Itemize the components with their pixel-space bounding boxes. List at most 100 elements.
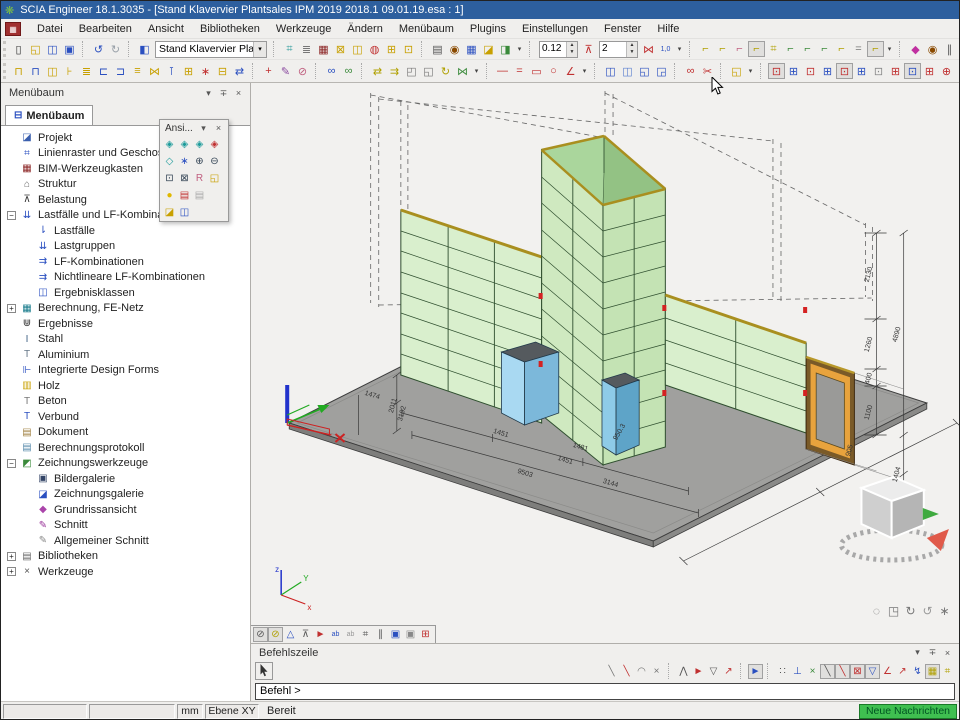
tab-menubaum[interactable]: ⊟ Menübaum xyxy=(5,105,93,125)
sidebar-close-icon[interactable]: × xyxy=(231,88,246,98)
blue-box-small[interactable] xyxy=(602,373,639,455)
menu-bibliotheken[interactable]: Bibliotheken xyxy=(192,21,268,37)
column-icon[interactable]: ⊓ xyxy=(10,63,27,79)
polar-snap-icon[interactable]: ↗ xyxy=(895,664,910,679)
search-icon[interactable]: ◉ xyxy=(446,41,463,57)
menu-hilfe[interactable]: Hilfe xyxy=(649,21,687,37)
selection-icon[interactable]: ⊠ xyxy=(332,41,349,57)
load-label-icon[interactable]: ⊡ xyxy=(836,63,853,79)
menu-menbaum[interactable]: Menübaum xyxy=(391,21,462,37)
measure-icon[interactable]: ∥ xyxy=(941,41,958,57)
model-params-icon[interactable]: ⊞ xyxy=(921,63,938,79)
bim-toolbox-icon[interactable]: ▦ xyxy=(315,41,332,57)
show-params-icon[interactable]: ⊡ xyxy=(904,63,921,79)
view-y-icon[interactable]: ◈ xyxy=(177,137,192,152)
tree-item-lastgruppen[interactable]: ⇊Lastgruppen xyxy=(3,239,250,255)
decimal-places-icon[interactable]: 1,0 xyxy=(657,41,674,57)
sidebar-pin-icon[interactable]: ∓ xyxy=(216,88,231,99)
rotate-front-arrow[interactable] xyxy=(927,529,949,551)
loads-display-icon[interactable]: ⊼ xyxy=(298,627,313,642)
view-z-icon[interactable]: ◈ xyxy=(192,137,207,152)
rotate-right-arrow[interactable] xyxy=(923,508,939,520)
perpendicular-snap-icon[interactable]: ⊠ xyxy=(850,664,865,679)
open-view-icon[interactable]: ◱ xyxy=(728,63,745,79)
move-icon[interactable]: ⇄ xyxy=(369,63,386,79)
sidebar-menu-arrow-icon[interactable]: ▾ xyxy=(201,88,216,99)
project-window-icon[interactable]: ◧ xyxy=(136,41,153,57)
view-panel-arrow-icon[interactable]: ▾ xyxy=(196,123,211,134)
tree-item-nichtlineare-lf-kombinationen[interactable]: ⇉Nichtlineare LF-Kombinationen xyxy=(3,270,250,286)
connect-members-icon[interactable]: ⋈ xyxy=(146,63,163,79)
command-input[interactable] xyxy=(255,683,955,700)
project-combo[interactable]: Stand Klavervier Pla▾ xyxy=(155,41,267,58)
cancel-snap-icon[interactable]: × xyxy=(649,664,664,679)
line-snap-icon[interactable]: ╲ xyxy=(604,664,619,679)
tree-item-bibliotheken[interactable]: +▤Bibliotheken xyxy=(3,549,250,565)
tree-item-stahl[interactable]: IStahl xyxy=(3,332,250,348)
walk-through-icon[interactable]: ∗ xyxy=(177,154,192,169)
haunch-icon[interactable]: ⊐ xyxy=(112,63,129,79)
save-icon[interactable]: ▣ xyxy=(61,41,78,57)
view-settings-icon[interactable]: ◫ xyxy=(177,205,192,220)
tree-item-ergebnisse[interactable]: ⋓Ergebnisse xyxy=(3,316,250,332)
menu-einstellungen[interactable]: Einstellungen xyxy=(514,21,596,37)
command-close-icon[interactable]: × xyxy=(940,648,955,658)
dimension-label-icon[interactable]: ⊡ xyxy=(802,63,819,79)
tree-item-lf-kombinationen[interactable]: ⇉LF-Kombinationen xyxy=(3,254,250,270)
mirror-icon[interactable]: ⋈ xyxy=(640,41,657,57)
spinner-value[interactable]: 2 xyxy=(600,42,626,57)
cursor-tool-icon[interactable] xyxy=(255,662,273,680)
cut-plane-icon[interactable]: ✂ xyxy=(699,63,716,79)
layer-filter-icon-9[interactable]: ⌐ xyxy=(833,41,850,57)
ortho-snap-icon[interactable]: ⊥ xyxy=(790,664,805,679)
combo-arrow-icon[interactable]: ▾ xyxy=(253,42,266,57)
angle-draw-icon[interactable]: ∠ xyxy=(562,63,579,79)
tree-item-grundrissansicht[interactable]: ◆Grundrissansicht xyxy=(3,502,250,518)
renumber-icon[interactable]: ⊞ xyxy=(853,63,870,79)
tree-item-berechnungsprotokoll[interactable]: ▤Berechnungsprotokoll xyxy=(3,440,250,456)
node-label-icon[interactable]: ⊡ xyxy=(768,63,785,79)
layer-filter-icon-4[interactable]: ⌐ xyxy=(748,41,765,57)
zoom-tool-icon[interactable]: ◌ xyxy=(868,603,885,619)
layers-icon[interactable]: ≣ xyxy=(298,41,315,57)
free-point-icon[interactable]: ∗ xyxy=(197,63,214,79)
picture-one-icon[interactable]: ▣ xyxy=(388,627,403,642)
new-messages-badge[interactable]: Neue Nachrichten xyxy=(859,704,957,719)
support-label-icon[interactable]: ⊞ xyxy=(819,63,836,79)
zoom-out-icon[interactable]: ⊖ xyxy=(207,154,222,169)
view-dropdown[interactable]: ▾ xyxy=(745,63,756,79)
visibility-all-icon[interactable]: ∞ xyxy=(340,63,357,79)
beam-icon[interactable]: ⊓ xyxy=(27,63,44,79)
tree-item-zeichnungsgalerie[interactable]: ◪Zeichnungsgalerie xyxy=(3,487,250,503)
axo-tool-icon[interactable]: ◳ xyxy=(885,603,902,619)
grid-snap-icon[interactable]: ∷ xyxy=(775,664,790,679)
raster-icon[interactable]: ⊞ xyxy=(418,627,433,642)
document-new-icon[interactable]: ◪ xyxy=(480,41,497,57)
tree-item-ergebnisklassen[interactable]: ◫Ergebnisklassen xyxy=(3,285,250,301)
intersection-snap-icon[interactable]: ╲ xyxy=(835,664,850,679)
rib-icon[interactable]: ⊏ xyxy=(95,63,112,79)
menu-bearbeiten[interactable]: Bearbeiten xyxy=(71,21,140,37)
zoom-all-icon[interactable]: ⊠ xyxy=(177,171,192,186)
view-x-icon[interactable]: ◈ xyxy=(162,137,177,152)
activity-icon[interactable]: ◍ xyxy=(366,41,383,57)
cursor-mode-icon[interactable]: ► xyxy=(748,664,763,679)
view-panel-close-icon[interactable]: × xyxy=(211,123,226,133)
menu-ansicht[interactable]: Ansicht xyxy=(140,21,192,37)
point-snap-icon[interactable]: ╲ xyxy=(619,664,634,679)
wall-icon[interactable]: ⊦ xyxy=(61,63,78,79)
display-set-icon[interactable]: ⊡ xyxy=(870,63,887,79)
numbering-icon[interactable]: ∥ xyxy=(373,627,388,642)
copy-image-icon[interactable]: ◱ xyxy=(636,63,653,79)
menu-ndern[interactable]: Ändern xyxy=(339,21,390,37)
angle-icon[interactable]: ⊼ xyxy=(580,41,597,57)
view-axo-icon[interactable]: ◈ xyxy=(207,137,222,152)
pan-icon[interactable]: ↺ xyxy=(919,603,936,619)
clipboard-icon[interactable]: ◫ xyxy=(349,41,366,57)
menu-plugins[interactable]: Plugins xyxy=(462,21,514,37)
calculator-icon[interactable]: ▦ xyxy=(463,41,480,57)
menu-fenster[interactable]: Fenster xyxy=(596,21,649,37)
tree-item-allgemeiner-schnitt[interactable]: ✎Allgemeiner Schnitt xyxy=(3,533,250,549)
node-snap-icon[interactable]: ► xyxy=(691,664,706,679)
rotate-icon[interactable]: ↻ xyxy=(437,63,454,79)
